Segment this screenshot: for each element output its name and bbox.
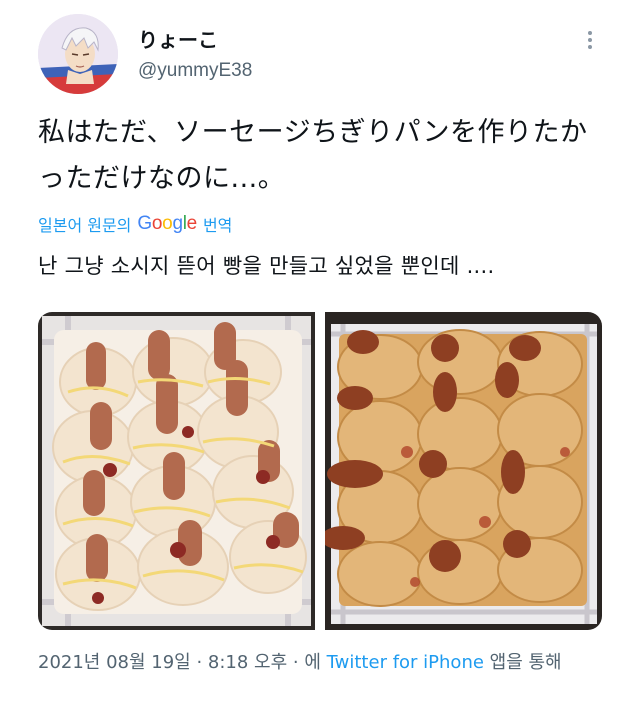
tweet-date: 2021년 08월 19일 · 8:18 오후 · 에 [38, 652, 321, 673]
vertical-ellipsis-icon[interactable] [584, 28, 596, 52]
translated-text: 난 그냥 소시지 뜯어 빵을 만들고 싶었을 뿐인데 .... [38, 254, 495, 278]
google-logo: Google [137, 213, 197, 234]
display-name[interactable]: りょーこ [138, 24, 218, 53]
tweet-media[interactable] [38, 312, 602, 630]
source-suffix: 앱을 통해 [489, 652, 562, 673]
photo-baked-bread[interactable] [325, 312, 602, 630]
translation-attribution[interactable]: 일본어 원문의 Google 번역 [38, 212, 232, 236]
photo-raw-dough[interactable] [38, 312, 315, 630]
avatar-illustration [38, 14, 118, 94]
tweet-text: 私はただ、ソーセージちぎりパンを作りたかっただけなのに...。 [38, 117, 588, 194]
translate-suffix: 번역 [202, 216, 233, 235]
source-link[interactable]: Twitter for iPhone [327, 652, 484, 673]
translate-prefix: 일본어 원문의 [38, 216, 132, 235]
user-handle[interactable]: @yummyE38 [138, 60, 252, 82]
avatar[interactable] [38, 14, 118, 94]
tweet-header: りょーこ @yummyE38 [38, 14, 608, 94]
tweet-metadata: 2021년 08월 19일 · 8:18 오후 · 에 Twitter for … [38, 648, 608, 678]
